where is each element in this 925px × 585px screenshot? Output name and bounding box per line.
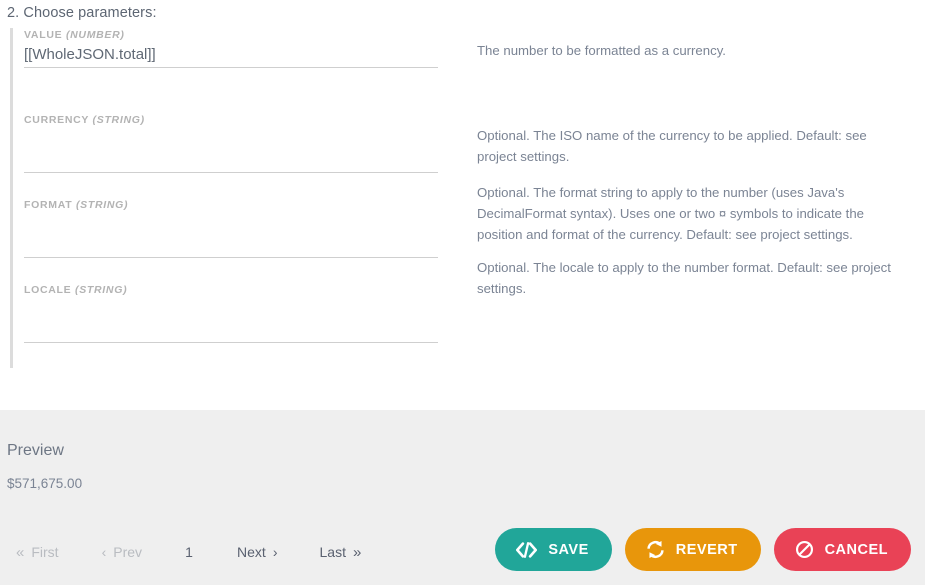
save-button[interactable]: SAVE (495, 528, 611, 571)
pagination-current-page[interactable]: 1 (184, 544, 194, 560)
revert-button[interactable]: REVERT (625, 528, 761, 571)
pagination-last-label: Last (320, 544, 346, 560)
parameter-description-value: The number to be formatted as a currency… (477, 40, 909, 61)
action-buttons: SAVE REVERT CANCEL (495, 528, 911, 571)
pagination-next-label: Next (237, 544, 266, 560)
parameters-area: VALUE (NUMBER) The number to be formatte… (0, 28, 925, 383)
save-button-label: SAVE (548, 542, 588, 558)
field-label-name: VALUE (24, 29, 62, 41)
field-label-format: FORMAT (STRING) (24, 198, 438, 212)
currency-input[interactable] (24, 149, 438, 173)
ban-icon (795, 540, 814, 559)
double-chevron-right-icon: » (353, 545, 361, 560)
field-label-type: (STRING) (76, 199, 128, 211)
pagination-last-button[interactable]: Last » (320, 544, 362, 560)
pagination-prev-label: Prev (113, 544, 142, 560)
cancel-button[interactable]: CANCEL (774, 528, 911, 571)
field-label-currency: CURRENCY (STRING) (24, 113, 438, 127)
chevron-left-icon: ‹ (102, 545, 107, 559)
chevron-right-icon: › (273, 545, 278, 559)
field-accent-bar (10, 113, 13, 198)
field-label-value: VALUE (NUMBER) (24, 28, 438, 42)
field-format: FORMAT (STRING) (24, 198, 438, 258)
field-label-type: (STRING) (75, 284, 127, 296)
field-accent-bar (10, 28, 13, 113)
page-title: 2. Choose parameters: (7, 5, 157, 21)
field-label-type: (NUMBER) (66, 29, 125, 41)
field-label-locale: LOCALE (STRING) (24, 283, 438, 297)
cancel-button-label: CANCEL (825, 542, 888, 558)
field-value: VALUE (NUMBER) (24, 28, 438, 68)
pagination-next-button[interactable]: Next › (237, 544, 277, 560)
field-label-type: (STRING) (93, 114, 145, 126)
pagination-first-label: First (31, 544, 58, 560)
locale-input[interactable] (24, 319, 438, 343)
revert-button-label: REVERT (676, 542, 738, 558)
field-accent-bar (10, 283, 13, 368)
preview-footer-panel: Preview $571,675.00 « First ‹ Prev 1 Nex… (0, 410, 925, 585)
pagination-prev-button[interactable]: ‹ Prev (102, 544, 142, 560)
parameter-description-locale: Optional. The locale to apply to the num… (477, 257, 909, 299)
preview-title: Preview (7, 442, 64, 460)
parameter-description-format: Optional. The format string to apply to … (477, 182, 909, 245)
field-locale: LOCALE (STRING) (24, 283, 438, 343)
pagination: « First ‹ Prev 1 Next › Last » (16, 544, 361, 560)
refresh-circular-arrows-icon (646, 540, 665, 559)
field-label-name: FORMAT (24, 199, 72, 211)
parameter-description-currency: Optional. The ISO name of the currency t… (477, 125, 909, 167)
field-label-name: CURRENCY (24, 114, 89, 126)
double-chevron-left-icon: « (16, 545, 24, 560)
preview-value: $571,675.00 (7, 476, 82, 491)
field-accent-bar (10, 198, 13, 283)
pagination-first-button[interactable]: « First (16, 544, 59, 560)
field-label-name: LOCALE (24, 284, 71, 296)
format-input[interactable] (24, 234, 438, 258)
field-currency: CURRENCY (STRING) (24, 113, 438, 173)
code-brackets-icon (516, 542, 537, 558)
value-input[interactable] (24, 44, 438, 68)
